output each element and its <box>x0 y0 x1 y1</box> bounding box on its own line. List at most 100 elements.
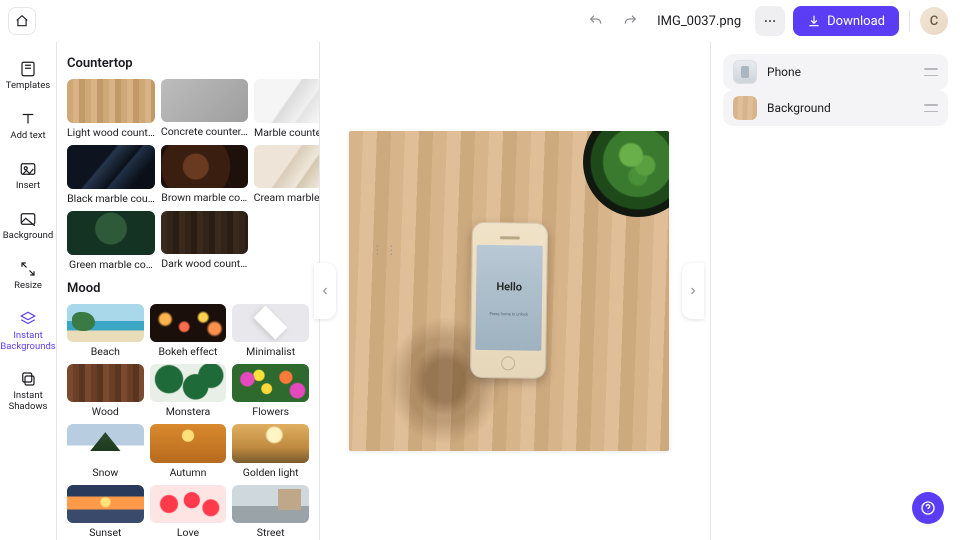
resize-handle-icon[interactable]: ⋮⋮ <box>371 243 399 257</box>
phone-subtext: Press home to unlock <box>490 311 529 317</box>
grid-mood: Beach Bokeh effect Minimalist Wood Monstera F… <box>67 304 309 540</box>
home-button[interactable] <box>8 7 36 35</box>
rail-instant-backgrounds[interactable]: Instant Backgrounds <box>0 302 56 363</box>
layer-row[interactable]: Background <box>723 90 948 126</box>
gallery-item[interactable]: Concrete counter… <box>161 79 248 139</box>
gallery-item[interactable]: Minimalist <box>232 304 309 358</box>
rail-instant-shadows[interactable]: Instant Shadows <box>0 362 56 423</box>
thumbnail-caption: Bokeh effect <box>150 345 227 358</box>
rail-background[interactable]: Background <box>0 202 56 252</box>
avatar-initial: C <box>930 14 939 29</box>
redo-icon <box>622 13 638 29</box>
drag-handle-icon[interactable] <box>924 68 938 76</box>
download-button[interactable]: Download <box>793 6 899 36</box>
background-icon <box>19 210 37 228</box>
thumbnail-caption: Love <box>150 526 227 539</box>
canvas-prev-button[interactable] <box>314 263 336 319</box>
plant-decoration <box>583 131 669 217</box>
thumbnail-caption: Snow <box>67 466 144 479</box>
more-button[interactable] <box>755 6 785 36</box>
avatar[interactable]: C <box>920 7 948 35</box>
thumbnail-caption: Marble countertop <box>254 126 320 139</box>
ellipsis-icon <box>763 14 777 28</box>
canvas-next-button[interactable] <box>682 263 704 319</box>
undo-icon <box>588 13 604 29</box>
help-icon <box>920 500 936 516</box>
thumbnail <box>67 424 144 462</box>
phone-hello-text: Hello <box>496 280 522 293</box>
gallery-panel[interactable]: Countertop Light wood count… Concrete cou… <box>57 42 320 540</box>
chevron-right-icon <box>687 285 699 297</box>
thumbnail-caption: Black marble cou… <box>67 192 155 205</box>
undo-button[interactable] <box>583 8 609 34</box>
section-title-countertop: Countertop <box>67 56 309 71</box>
thumbnail-caption: Brown marble co… <box>161 191 248 204</box>
gallery-item[interactable]: Love <box>150 485 227 539</box>
filename[interactable]: IMG_0037.png <box>657 14 741 29</box>
gallery-item[interactable]: Golden light <box>232 424 309 478</box>
redo-button[interactable] <box>617 8 643 34</box>
thumbnail-caption: Green marble co… <box>67 258 155 271</box>
rail-label: Instant Shadows <box>0 391 56 413</box>
gallery-item[interactable]: Sunset <box>67 485 144 539</box>
drag-handle-icon[interactable] <box>924 104 938 112</box>
gallery-item[interactable]: Flowers <box>232 364 309 418</box>
thumbnail-caption: Light wood count… <box>67 126 155 139</box>
gallery-item[interactable]: Green marble co… <box>67 211 155 271</box>
gallery-item[interactable]: Snow <box>67 424 144 478</box>
rail-templates[interactable]: Templates <box>0 52 56 102</box>
divider <box>909 10 910 32</box>
layer-label: Phone <box>767 65 914 79</box>
thumbnail <box>150 485 227 523</box>
phone-mockup[interactable]: Hello Press home to unlock <box>470 222 548 379</box>
gallery-item[interactable]: Dark wood count… <box>161 211 248 271</box>
phone-home-button <box>501 356 515 370</box>
thumbnail <box>150 364 227 402</box>
gallery-item[interactable]: Beach <box>67 304 144 358</box>
phone-screen: Hello Press home to unlock <box>475 245 542 351</box>
thumbnail-caption: Minimalist <box>232 345 309 358</box>
help-button[interactable] <box>912 492 944 524</box>
thumbnail <box>254 145 320 189</box>
thumbnail <box>232 424 309 462</box>
rail-label: Add text <box>10 131 45 142</box>
gallery-item[interactable]: Brown marble co… <box>161 145 248 205</box>
rail-addtext[interactable]: Add text <box>0 102 56 152</box>
insert-icon <box>19 160 37 178</box>
thumbnail <box>150 424 227 462</box>
thumbnail-caption: Golden light <box>232 466 309 479</box>
left-rail: Templates Add text Insert Background Res… <box>0 42 57 540</box>
gallery-item[interactable]: Cream marble co… <box>254 145 320 205</box>
gallery-item[interactable]: Monstera <box>150 364 227 418</box>
gallery-item[interactable]: Street <box>232 485 309 539</box>
chevron-left-icon <box>319 285 331 297</box>
gallery-item[interactable]: Light wood count… <box>67 79 155 139</box>
text-icon <box>19 110 37 128</box>
templates-icon <box>19 60 37 78</box>
thumbnail <box>67 79 155 123</box>
grid-countertop: Light wood count…Concrete counter…Marble… <box>67 79 309 271</box>
thumbnail-caption: Concrete counter… <box>161 125 248 138</box>
gallery-item[interactable]: Wood <box>67 364 144 418</box>
layer-label: Background <box>767 101 914 115</box>
rail-label: Templates <box>6 81 50 92</box>
gallery-item[interactable]: Marble countertop <box>254 79 320 139</box>
gallery-item[interactable]: Bokeh effect <box>150 304 227 358</box>
thumbnail-caption: Beach <box>67 345 144 358</box>
layer-row[interactable]: Phone <box>723 54 948 90</box>
gallery-item[interactable]: Autumn <box>150 424 227 478</box>
thumbnail-caption: Dark wood count… <box>161 257 248 270</box>
rail-resize[interactable]: Resize <box>0 252 56 302</box>
gallery-item[interactable]: Black marble cou… <box>67 145 155 205</box>
canvas[interactable]: ⋮⋮ Hello Press home to unlock <box>349 131 669 451</box>
resize-icon <box>19 260 37 278</box>
thumbnail <box>67 485 144 523</box>
layers-panel: Phone Background <box>710 42 960 540</box>
layer-thumbnail <box>733 60 757 84</box>
rail-insert[interactable]: Insert <box>0 152 56 202</box>
thumbnail <box>150 304 227 342</box>
thumbnail-caption: Autumn <box>150 466 227 479</box>
canvas-area: ⋮⋮ Hello Press home to unlock <box>320 42 698 540</box>
thumbnail-caption: Monstera <box>150 405 227 418</box>
thumbnail <box>67 304 144 342</box>
